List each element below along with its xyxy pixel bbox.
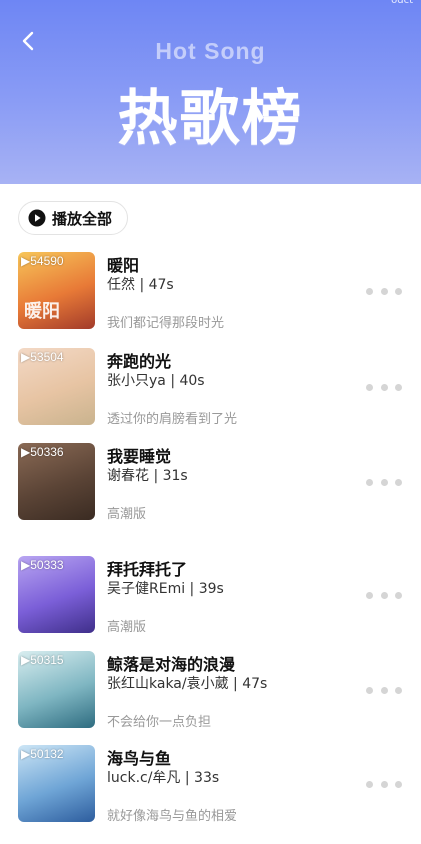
song-meta: 谢春花 | 31s bbox=[107, 468, 188, 484]
song-cover[interactable]: ▶50132 bbox=[18, 745, 95, 822]
more-options-icon[interactable] bbox=[366, 382, 402, 392]
song-cover[interactable]: ▶53504 bbox=[18, 348, 95, 425]
song-row[interactable]: ▶50132 海鸟与鱼 luck.c/牟凡 | 33s 就好像海鸟与鱼的相爱 bbox=[0, 745, 421, 825]
song-title: 奔跑的光 bbox=[107, 352, 172, 371]
song-meta: luck.c/牟凡 | 33s bbox=[107, 770, 220, 786]
more-options-icon[interactable] bbox=[366, 779, 402, 789]
song-desc: 我们都记得那段时光 bbox=[107, 316, 225, 331]
header-subtitle: Hot Song bbox=[155, 38, 266, 64]
more-options-icon[interactable] bbox=[366, 286, 402, 296]
song-meta: 吴子健REmi | 39s bbox=[107, 581, 224, 597]
play-count: ▶50333 bbox=[21, 558, 64, 572]
more-options-icon[interactable] bbox=[366, 685, 402, 695]
song-title: 拜托拜托了 bbox=[107, 560, 188, 579]
song-desc: 不会给你一点负担 bbox=[107, 715, 212, 730]
page-title: 热歌榜 bbox=[117, 84, 304, 154]
song-cover[interactable]: ▶50333 bbox=[18, 556, 95, 633]
song-row[interactable]: ▶50333 拜托拜托了 吴子健REmi | 39s 高潮版 bbox=[0, 556, 421, 636]
song-row[interactable]: ▶54590 暖阳 暖阳 任然 | 47s 我们都记得那段时光 bbox=[0, 252, 421, 332]
cover-title: 暖阳 bbox=[24, 301, 60, 322]
song-title: 海鸟与鱼 bbox=[107, 749, 172, 768]
play-all-button[interactable]: 播放全部 bbox=[18, 201, 128, 235]
song-cover[interactable]: ▶54590 暖阳 bbox=[18, 252, 95, 329]
song-title: 暖阳 bbox=[107, 256, 140, 275]
play-count: ▶50315 bbox=[21, 653, 64, 667]
more-options-icon[interactable] bbox=[366, 590, 402, 600]
song-meta: 张小只ya | 40s bbox=[107, 373, 205, 389]
corner-text: odct bbox=[391, 0, 413, 6]
song-meta: 任然 | 47s bbox=[107, 277, 174, 293]
more-options-icon[interactable] bbox=[366, 477, 402, 487]
song-title: 我要睡觉 bbox=[107, 447, 172, 466]
song-desc: 高潮版 bbox=[107, 620, 147, 635]
song-meta: 张红山kaka/袁小葳 | 47s bbox=[107, 676, 268, 692]
header-banner: odct Hot Song 热歌榜 bbox=[0, 0, 421, 184]
play-count: ▶50132 bbox=[21, 747, 64, 761]
song-desc: 高潮版 bbox=[107, 507, 147, 522]
song-cover[interactable]: ▶50315 bbox=[18, 651, 95, 728]
play-all-label: 播放全部 bbox=[52, 209, 113, 228]
play-count: ▶53504 bbox=[21, 350, 64, 364]
song-desc: 透过你的肩膀看到了光 bbox=[107, 412, 238, 427]
play-count: ▶54590 bbox=[21, 254, 64, 268]
song-desc: 就好像海鸟与鱼的相爱 bbox=[107, 809, 238, 824]
song-row[interactable]: ▶50315 鲸落是对海的浪漫 张红山kaka/袁小葳 | 47s 不会给你一点… bbox=[0, 651, 421, 731]
song-cover[interactable]: ▶50336 bbox=[18, 443, 95, 520]
play-count: ▶50336 bbox=[21, 445, 64, 459]
song-title: 鲸落是对海的浪漫 bbox=[107, 655, 236, 674]
song-row[interactable]: ▶53504 奔跑的光 张小只ya | 40s 透过你的肩膀看到了光 bbox=[0, 348, 421, 428]
play-circle-icon bbox=[28, 209, 46, 227]
song-row[interactable]: ▶50336 我要睡觉 谢春花 | 31s 高潮版 bbox=[0, 443, 421, 523]
